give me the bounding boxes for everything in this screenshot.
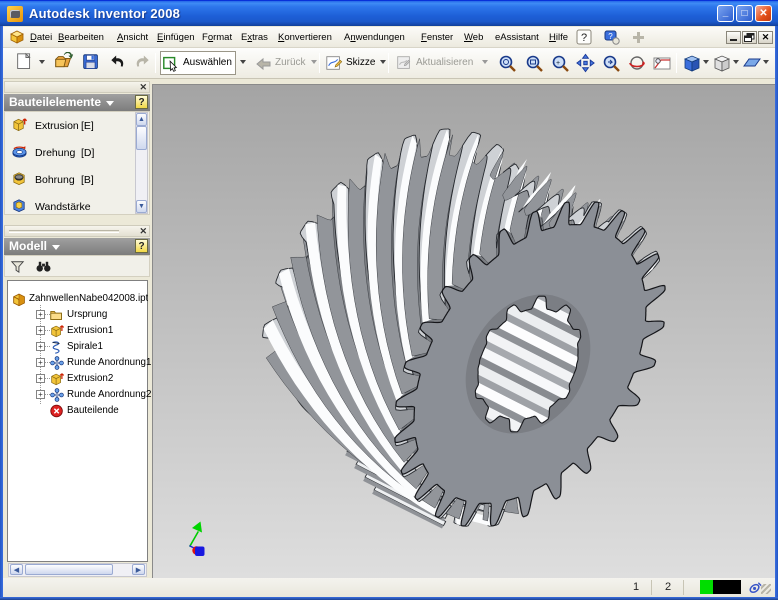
svg-text:?: ? — [608, 32, 613, 41]
svg-text:?: ? — [581, 32, 587, 44]
svg-text:+: + — [556, 60, 560, 67]
